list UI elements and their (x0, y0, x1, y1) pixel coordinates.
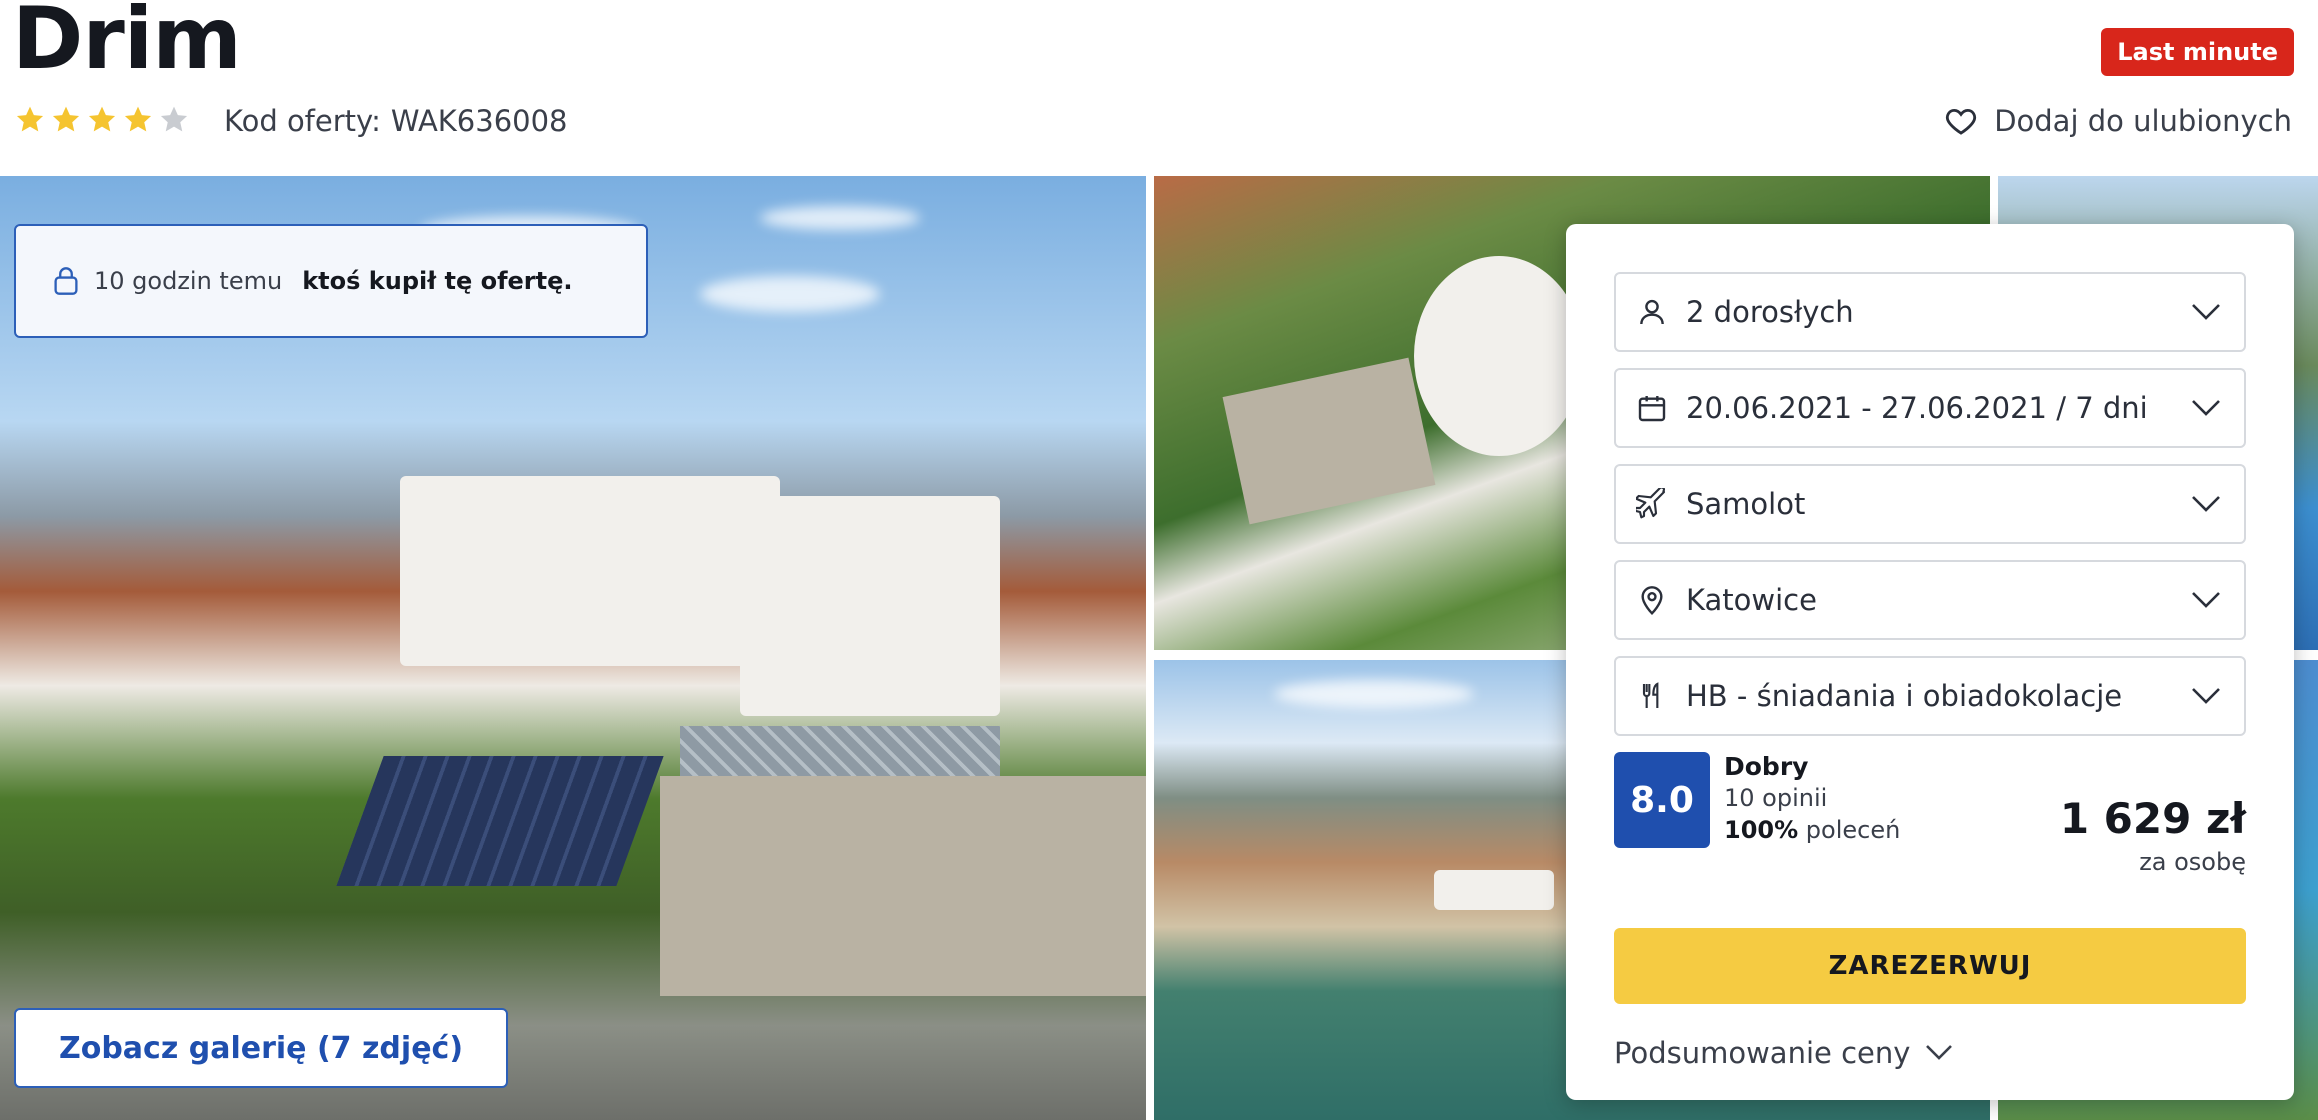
cloud (1274, 680, 1474, 708)
chevron-down-icon (2192, 304, 2220, 320)
chevron-down-icon (2192, 400, 2220, 416)
offer-code: Kod oferty: WAK636008 (224, 104, 568, 138)
dates-value: 20.06.2021 - 27.06.2021 / 7 dni (1686, 391, 2148, 425)
cloud (700, 276, 880, 312)
notice-time: 10 godzin temu (94, 267, 283, 295)
recommendation-percent: 100% (1724, 816, 1799, 844)
reserve-button[interactable]: ZAREZERWUJ (1614, 928, 2246, 1004)
departure-value: Katowice (1686, 583, 1817, 617)
star-icon (88, 106, 116, 132)
notice-text: ktoś kupił tę ofertę. (302, 267, 573, 295)
transport-value: Samolot (1686, 487, 1806, 521)
cloud (760, 206, 920, 230)
price-summary-toggle[interactable]: Podsumowanie ceny (1614, 1036, 1954, 1070)
recommendation-rate: 100% poleceń (1724, 816, 1900, 844)
travelers-value: 2 dorosłych (1686, 295, 1854, 329)
chevron-down-icon (2192, 496, 2220, 512)
building-roof (660, 776, 1146, 996)
star-icon (16, 106, 44, 132)
recommendation-label: poleceń (1805, 816, 1901, 844)
price-summary-label: Podsumowanie ceny (1614, 1036, 1911, 1070)
rating-label: Dobry (1724, 752, 1809, 781)
add-to-favorites-button[interactable]: Dodaj do ulubionych (1944, 104, 2292, 138)
star-rating (14, 104, 190, 136)
building-roof (1222, 357, 1436, 525)
hotel-building (1434, 870, 1554, 910)
chevron-down-icon (1926, 1045, 1953, 1060)
recent-purchase-notice: 10 godzin temu ktoś kupił tę ofertę. (14, 224, 648, 338)
reviews-count[interactable]: 10 opinii (1724, 784, 1827, 812)
location-pin-icon (1634, 582, 1670, 618)
offer-code-value: WAK636008 (390, 104, 568, 138)
person-icon (1634, 294, 1670, 330)
offer-code-label: Kod oferty: (224, 104, 381, 138)
board-select[interactable]: HB - śniadania i obiadokolacje (1614, 656, 2246, 736)
airplane-icon (1634, 486, 1670, 522)
rating-score: 8.0 (1614, 752, 1710, 848)
view-gallery-button[interactable]: Zobacz galerię (7 zdjęć) (14, 1008, 508, 1088)
main-hotel-photo[interactable]: 10 godzin temu ktoś kupił tę ofertę. Zob… (0, 176, 1146, 1120)
chevron-down-icon (2192, 592, 2220, 608)
hotel-building (400, 476, 780, 666)
travelers-select[interactable]: 2 dorosłych (1614, 272, 2246, 352)
price-unit: za osobę (2139, 848, 2246, 876)
last-minute-badge: Last minute (2101, 28, 2294, 76)
transport-select[interactable]: Samolot (1614, 464, 2246, 544)
hotel-building (1414, 256, 1584, 456)
favorites-label: Dodaj do ulubionych (1994, 104, 2292, 138)
cutlery-icon (1634, 678, 1670, 714)
board-value: HB - śniadania i obiadokolacje (1686, 679, 2123, 713)
departure-select[interactable]: Katowice (1614, 560, 2246, 640)
star-empty-icon (160, 106, 188, 132)
price-value: 1 629 zł (2059, 794, 2246, 843)
hotel-title: Drim (12, 0, 242, 89)
booking-panel: 2 dorosłych 20.06.2021 - 27.06.2021 / 7 … (1566, 224, 2294, 1100)
chevron-down-icon (2192, 688, 2220, 704)
calendar-icon (1634, 390, 1670, 426)
star-icon (124, 106, 152, 132)
hotel-building (740, 496, 1000, 716)
solar-panels (336, 756, 664, 886)
dates-select[interactable]: 20.06.2021 - 27.06.2021 / 7 dni (1614, 368, 2246, 448)
lock-icon (54, 267, 78, 295)
heart-icon (1946, 108, 1977, 135)
star-icon (52, 106, 80, 132)
